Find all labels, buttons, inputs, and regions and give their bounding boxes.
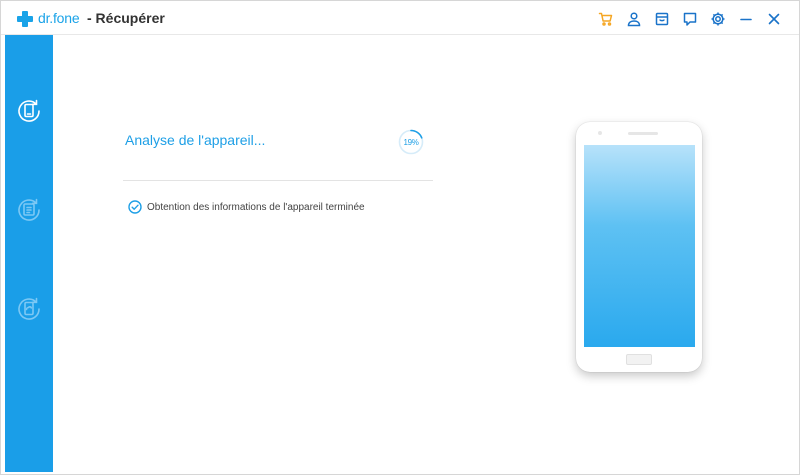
phone-illustration [576,122,702,372]
phone-camera [598,131,602,135]
minimize-icon[interactable] [737,10,755,28]
divider [123,180,433,181]
itunes-recover-icon [18,198,40,221]
phone-recover-icon [18,99,40,122]
phone-screen [584,145,695,347]
window-title: - Récupérer [87,10,165,26]
title-bar: dr.fone - Récupérer [1,1,799,35]
feedback-icon[interactable] [681,10,699,28]
settings-icon[interactable] [709,10,727,28]
sidebar-item-recover-icloud[interactable] [14,294,44,324]
scan-status-title: Analyse de l'appareil... [125,132,266,148]
store-icon[interactable] [653,10,671,28]
titlebar-controls [597,9,783,29]
check-circle-icon [128,200,142,214]
sidebar-item-recover-itunes[interactable] [14,195,44,225]
scan-step-label: Obtention des informations de l'appareil… [147,201,365,213]
brand-name: dr.fone [38,10,80,26]
close-icon[interactable] [765,10,783,28]
user-icon[interactable] [625,10,643,28]
phone-speaker [628,132,658,135]
progress-percent: 19% [403,137,419,147]
sidebar [5,35,53,472]
scan-step: Obtention des informations de l'appareil… [128,199,365,215]
app-window: dr.fone - Récupérer Analyse de l'apparei… [0,0,800,475]
icloud-recover-icon [18,297,40,320]
drfone-logo-icon [17,11,33,27]
sidebar-item-recover-device[interactable] [14,96,44,126]
phone-home-button [626,354,652,365]
cart-icon[interactable] [597,10,615,28]
